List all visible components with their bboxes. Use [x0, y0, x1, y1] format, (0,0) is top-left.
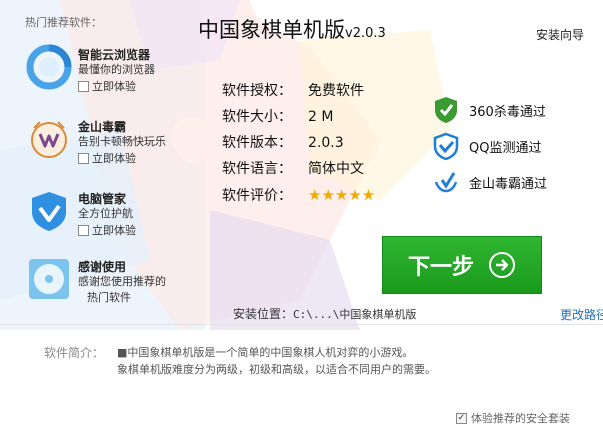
checkbox[interactable]	[78, 80, 89, 92]
badge-qq: QQ监测通过	[432, 128, 547, 164]
security-suite-label: 体验推荐的安全套装	[471, 412, 570, 425]
arrow-right-circle-icon	[489, 252, 515, 278]
rec-checkbox[interactable]: 立即体验	[78, 150, 136, 166]
rec-name: 感谢使用	[78, 260, 127, 274]
rec-name: 金山毒霸	[78, 120, 127, 134]
rec-item-antivirus[interactable]: 金山毒霸 告别卡顿畅快玩乐 立即体验	[26, 116, 206, 176]
checkbox[interactable]	[78, 224, 89, 236]
qq-shield-icon	[433, 132, 459, 160]
security-suite-checkbox[interactable]: ✓ 体验推荐的安全套装	[456, 410, 570, 426]
rec-check-label: 立即体验	[92, 80, 136, 93]
antivirus-icon	[31, 121, 67, 158]
browser-icon	[26, 44, 72, 90]
info-value: 简体中文	[308, 161, 364, 177]
badge-label: QQ监测通过	[469, 140, 542, 156]
info-version: 软件版本： 2.0.3	[222, 130, 375, 156]
install-path: 安装位置：C:\...\中国象棋单机版	[233, 305, 416, 322]
info-size: 软件大小： 2 M	[222, 104, 375, 130]
info-key: 软件语言：	[222, 161, 292, 177]
rec-desc: 感谢您使用推荐的 热门软件	[78, 274, 166, 306]
badge-label: 360杀毒通过	[469, 104, 546, 120]
app-title-text: 中国象棋单机版	[198, 18, 345, 42]
wizard-label: 安装向导	[536, 28, 585, 42]
info-key: 软件大小：	[222, 109, 292, 125]
badge-kingsoft: 金山毒霸通过	[432, 164, 547, 200]
next-button[interactable]: 下一步	[382, 236, 542, 294]
pc-manager-icon	[32, 192, 66, 231]
disc-icon	[29, 259, 69, 299]
divider	[0, 324, 603, 325]
rec-item-pc-manager[interactable]: 电脑管家 全方位护航 立即体验	[26, 188, 206, 248]
intro-text: ■中国象棋单机版是一个简单的中国象棋人机对弈的小游戏。 象棋单机版难度分为两级，…	[117, 344, 436, 378]
checkbox[interactable]	[78, 152, 89, 164]
rec-desc-line1: 感谢您使用推荐的	[78, 275, 166, 288]
info-value: 2 M	[308, 109, 334, 125]
change-path-link[interactable]: 更改路径	[560, 306, 603, 323]
intro-line-1: ■中国象棋单机版是一个简单的中国象棋人机对弈的小游戏。	[117, 346, 414, 359]
rating-stars: ★★★★★	[308, 186, 376, 204]
intro-label: 软件简介：	[44, 346, 105, 360]
info-key: 软件授权：	[222, 83, 292, 99]
info-license: 软件授权： 免费软件	[222, 78, 375, 104]
sidebar-title: 热门推荐软件：	[25, 16, 102, 29]
app-title: 中国象棋单机版v2.0.3	[198, 14, 386, 44]
info-value: 免费软件	[308, 83, 364, 99]
info-key: 软件版本：	[222, 135, 292, 151]
checkbox-checked[interactable]: ✓	[456, 412, 467, 424]
rec-check-label: 立即体验	[92, 152, 136, 165]
rec-checkbox[interactable]: 立即体验	[78, 78, 136, 94]
security-badges: 360杀毒通过 QQ监测通过 金山毒霸通过	[432, 92, 547, 200]
info-value: 2.0.3	[308, 135, 344, 151]
badge-label: 金山毒霸通过	[469, 176, 548, 192]
rec-desc: 最懂你的浏览器	[78, 63, 155, 76]
rec-desc-line2: 热门软件	[87, 291, 131, 304]
intro-line-2: 象棋单机版难度分为两级，初级和高级，以适合不同用户的需要。	[117, 363, 436, 376]
rec-item-browser[interactable]: 智能云浏览器 最懂你的浏览器 立即体验	[26, 44, 206, 104]
kingsoft-icon	[434, 172, 458, 193]
install-path-label: 安装位置：	[233, 307, 294, 321]
next-button-label: 下一步	[407, 255, 474, 280]
rec-check-label: 立即体验	[92, 224, 136, 237]
install-path-value: C:\...\中国象棋单机版	[293, 308, 417, 321]
rec-item-thanks: 感谢使用 感谢您使用推荐的 热门软件	[26, 256, 206, 316]
rec-name: 电脑管家	[78, 192, 127, 206]
rec-checkbox[interactable]: 立即体验	[78, 222, 136, 238]
app-version: v2.0.3	[345, 26, 386, 41]
info-rating: 软件评价： ★★★★★	[222, 182, 375, 208]
360-shield-icon	[435, 97, 457, 123]
software-info: 软件授权： 免费软件 软件大小： 2 M 软件版本： 2.0.3 软件语言： 简体中文 …	[222, 78, 375, 208]
rec-desc: 告别卡顿畅快玩乐	[78, 135, 166, 148]
info-key: 软件评价：	[222, 188, 292, 204]
installer-window: 热门推荐软件： 智能云浏览器 最懂你的浏览器 立即体验 金山毒霸 告别卡顿畅快玩…	[0, 0, 603, 428]
rec-desc: 全方位护航	[78, 207, 133, 220]
info-language: 软件语言： 简体中文	[222, 156, 375, 182]
rec-name: 智能云浏览器	[78, 48, 151, 62]
badge-360: 360杀毒通过	[432, 92, 547, 128]
